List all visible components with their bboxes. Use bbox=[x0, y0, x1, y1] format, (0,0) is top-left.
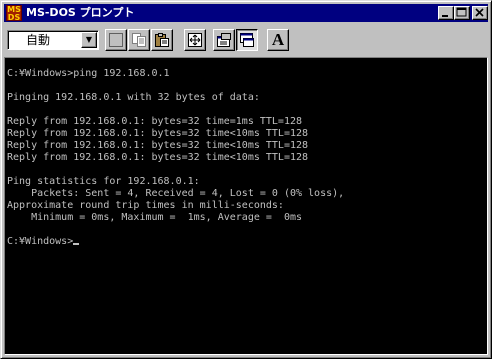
msdos-app-icon[interactable]: MS DS bbox=[6, 5, 22, 22]
console-line: Reply from 192.168.0.1: bytes=32 time<10… bbox=[7, 140, 309, 151]
fullscreen-button[interactable] bbox=[184, 29, 206, 51]
paste-button[interactable] bbox=[151, 29, 173, 51]
maximize-icon bbox=[456, 7, 467, 17]
text-cursor bbox=[73, 243, 80, 245]
console-lines: C:¥Windows>ping 192.168.0.1 Pinging 192.1… bbox=[7, 68, 344, 248]
font-button[interactable]: A bbox=[267, 29, 289, 51]
msdos-prompt-window: MS DS MS-DOS プロンプト 自動 ▼ A C:¥Windows>pin… bbox=[0, 0, 492, 359]
font-icon: A bbox=[271, 30, 285, 49]
properties-icon bbox=[217, 33, 231, 47]
maximize-button[interactable] bbox=[454, 6, 470, 20]
font-size-value: 自動 bbox=[26, 33, 51, 47]
close-icon bbox=[475, 8, 484, 17]
properties-button[interactable] bbox=[213, 29, 235, 51]
console-line: Pinging 192.168.0.1 with 32 bytes of dat… bbox=[7, 92, 260, 103]
paste-icon bbox=[155, 33, 169, 47]
console-line: Minimum = 0ms, Maximum = 1ms, Average = … bbox=[7, 212, 303, 223]
console-line: C:¥Windows>ping 192.168.0.1 bbox=[7, 68, 170, 79]
chevron-down-icon[interactable]: ▼ bbox=[81, 32, 97, 48]
console-line: Reply from 192.168.0.1: bytes=32 time=1m… bbox=[7, 116, 303, 127]
window-title: MS-DOS プロンプト bbox=[26, 6, 135, 19]
icon-label-bottom: DS bbox=[7, 13, 21, 22]
font-size-select[interactable]: 自動 ▼ bbox=[7, 30, 99, 50]
copy-button[interactable] bbox=[128, 29, 150, 51]
console-line: Reply from 192.168.0.1: bytes=32 time<10… bbox=[7, 152, 309, 163]
title-bar[interactable]: MS DS MS-DOS プロンプト bbox=[4, 4, 488, 22]
console-prompt: C:¥Windows> bbox=[7, 236, 74, 247]
copy-icon bbox=[132, 33, 146, 47]
console-line: Reply from 192.168.0.1: bytes=32 time<10… bbox=[7, 128, 309, 139]
console-line: Approximate round trip times in milli-se… bbox=[7, 200, 284, 211]
fullscreen-icon bbox=[188, 33, 202, 47]
mark-icon bbox=[109, 33, 123, 47]
background-button[interactable] bbox=[236, 29, 258, 51]
console-output[interactable]: C:¥Windows>ping 192.168.0.1 Pinging 192.1… bbox=[4, 57, 488, 355]
background-icon bbox=[240, 33, 254, 47]
minimize-button[interactable] bbox=[438, 6, 454, 20]
console-prompt-line: C:¥Windows> bbox=[7, 236, 344, 248]
mark-button[interactable] bbox=[105, 29, 127, 51]
console-line: Ping statistics for 192.168.0.1: bbox=[7, 176, 200, 187]
minimize-icon bbox=[442, 15, 448, 17]
close-button[interactable] bbox=[472, 6, 488, 20]
toolbar: 自動 ▼ A bbox=[4, 25, 488, 55]
console-line: Packets: Sent = 4, Received = 4, Lost = … bbox=[7, 188, 345, 199]
